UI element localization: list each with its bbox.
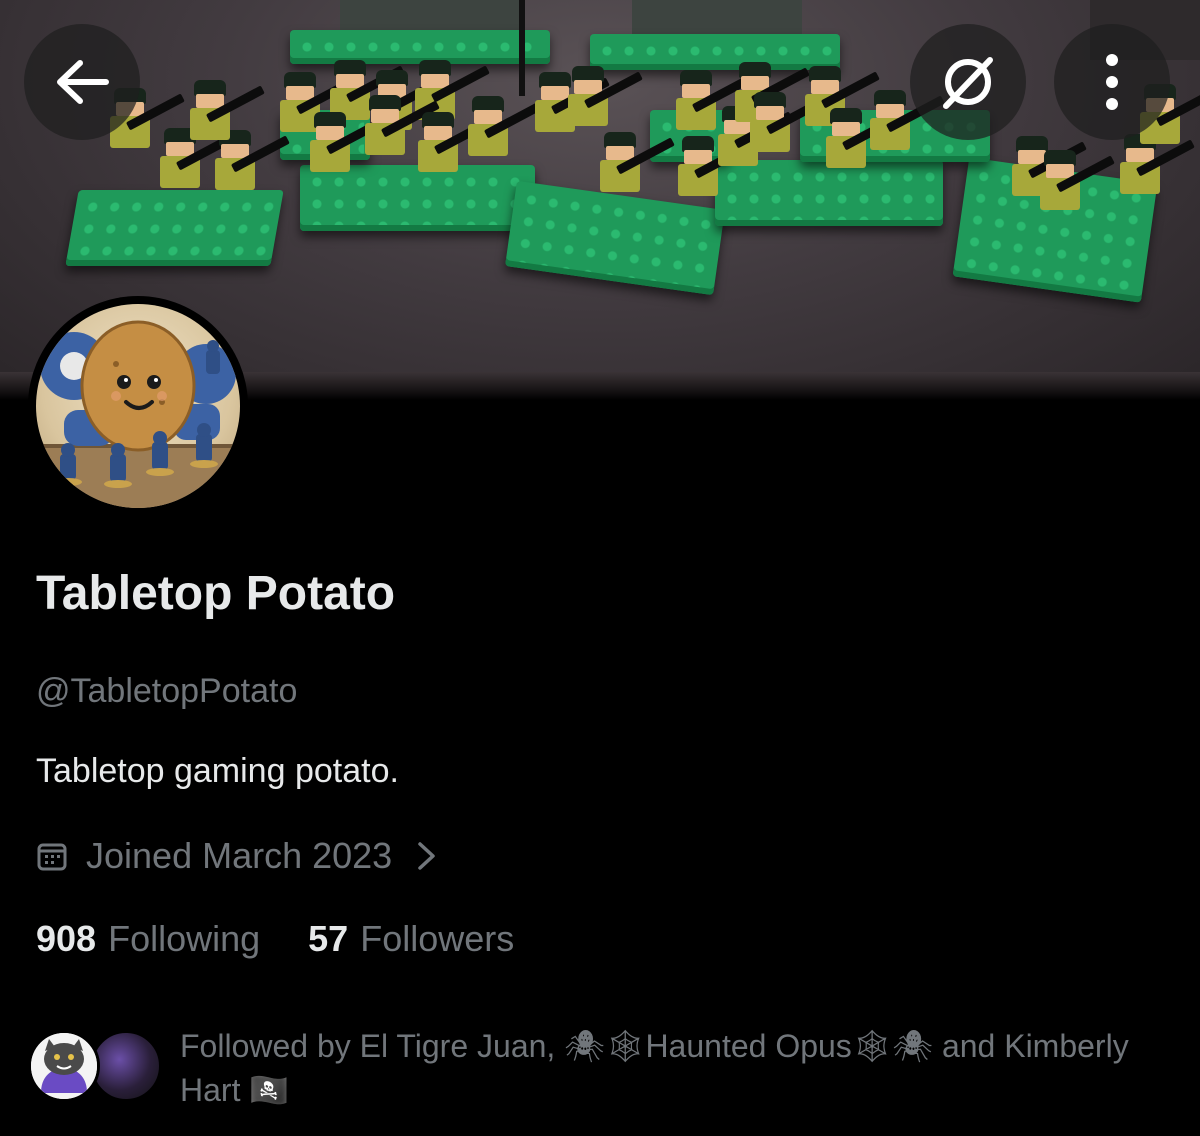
following-label: Following	[108, 918, 261, 959]
joined-date-row[interactable]: Joined March 2023	[36, 834, 438, 878]
joined-date: Joined March 2023	[86, 835, 393, 876]
soldier-miniature	[826, 108, 901, 170]
more-options-button[interactable]	[1054, 24, 1170, 140]
miniature-base	[300, 165, 535, 231]
miniature-base	[290, 30, 550, 64]
follower-avatar	[90, 1030, 162, 1102]
miniature-base	[65, 190, 284, 266]
soldier-miniature	[365, 95, 440, 157]
followers-count: 57	[308, 918, 349, 959]
grok-icon	[943, 57, 993, 109]
soldier-miniature	[568, 66, 643, 128]
calendar-icon	[37, 843, 67, 871]
soldier-miniature	[418, 112, 493, 174]
following-count: 908	[36, 918, 97, 959]
followed-by-text[interactable]: Followed by El Tigre Juan, 🕷🕸Haunted Opu…	[180, 1024, 1170, 1112]
followers-link[interactable]: 57 Followers	[308, 918, 514, 960]
follower-avatar	[28, 1030, 100, 1102]
followers-label: Followers	[360, 918, 515, 959]
arrow-left-icon	[57, 60, 109, 104]
user-handle: @TabletopPotato	[36, 672, 298, 710]
chevron-right-icon	[418, 842, 435, 870]
soldier-miniature	[310, 112, 385, 174]
display-name: Tabletop Potato	[36, 567, 396, 620]
flag-pole	[519, 0, 525, 96]
following-link[interactable]: 908 Following	[36, 918, 260, 960]
back-button[interactable]	[24, 24, 140, 140]
potato-avatar-image	[36, 304, 240, 508]
soldier-miniature	[600, 132, 675, 194]
follow-stats: 908 Following 57 Followers	[36, 918, 514, 960]
soldier-miniature	[750, 92, 825, 154]
soldier-miniature	[190, 80, 265, 142]
followers-you-know-avatars[interactable]	[28, 1030, 168, 1102]
soldier-miniature	[870, 90, 945, 152]
profile-avatar[interactable]	[28, 296, 248, 516]
grok-button[interactable]	[910, 24, 1026, 140]
miniature-base	[590, 34, 840, 70]
soldier-miniature	[468, 96, 543, 158]
more-vertical-icon	[1106, 54, 1118, 110]
soldier-miniature	[678, 136, 753, 198]
soldier-miniature	[676, 70, 751, 132]
profile-bio: Tabletop gaming potato.	[36, 752, 399, 790]
soldier-miniature	[1040, 150, 1115, 212]
